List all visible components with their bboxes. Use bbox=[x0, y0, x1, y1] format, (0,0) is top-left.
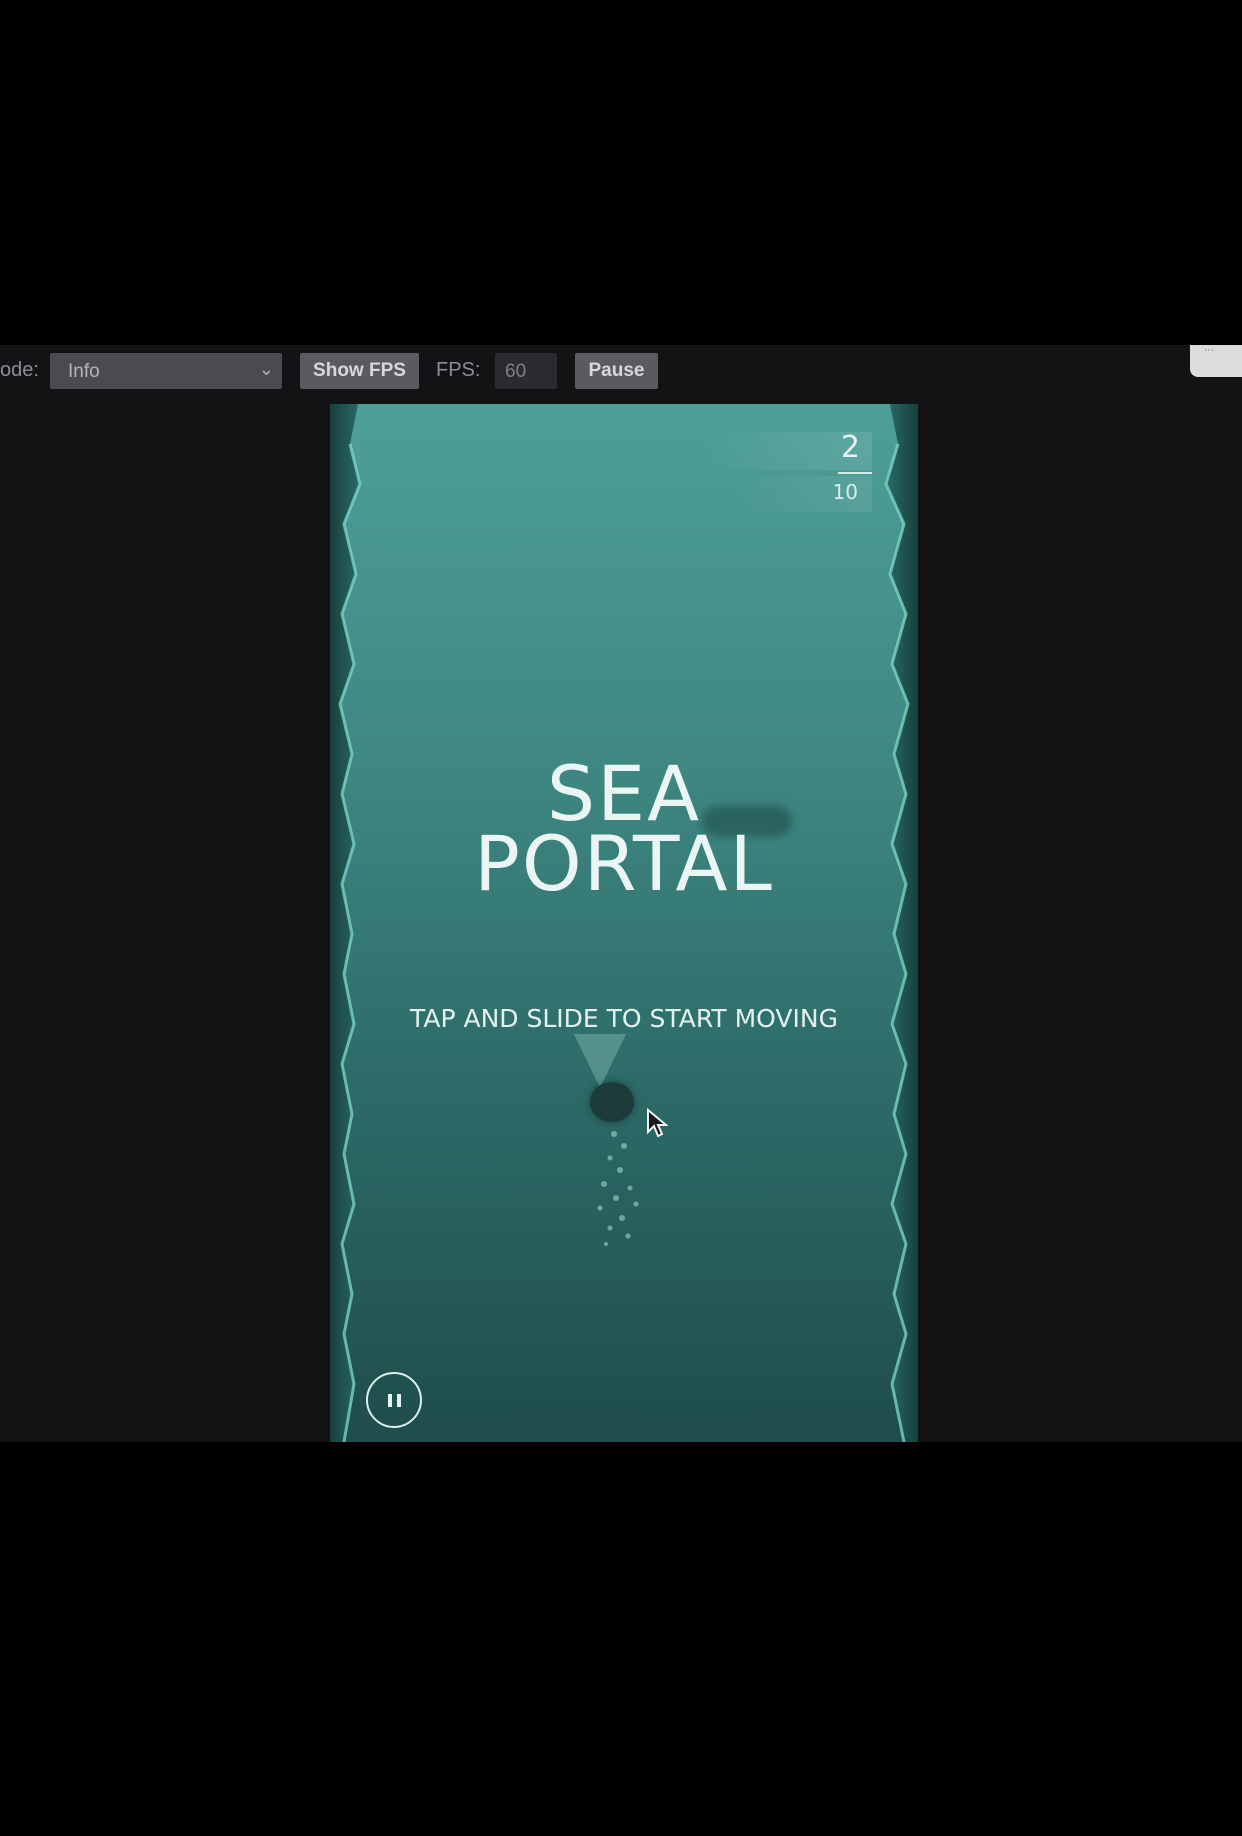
mouse-cursor-icon bbox=[647, 1108, 668, 1138]
mode-label: ode: bbox=[0, 359, 39, 381]
corner-tab[interactable]: ⋯ bbox=[1190, 345, 1242, 377]
show-fps-button[interactable]: Show FPS bbox=[300, 353, 419, 389]
headlight-beam bbox=[574, 1034, 626, 1088]
pause-button[interactable]: Pause bbox=[575, 353, 658, 389]
cave-walls bbox=[330, 404, 918, 1442]
score-divider bbox=[838, 472, 872, 474]
fps-label: FPS: bbox=[436, 359, 481, 381]
game-title-line2: PORTAL bbox=[474, 819, 774, 908]
game-viewport[interactable]: 2 10 SEA PORTAL TAP AND SLIDE TO START M… bbox=[330, 404, 918, 1442]
submarine-icon[interactable] bbox=[590, 1082, 634, 1122]
mode-value: Info bbox=[68, 361, 100, 382]
bubble-trail bbox=[597, 1131, 639, 1246]
chevron-down-icon: ⌄ bbox=[258, 359, 274, 379]
best-score: 10 bbox=[832, 480, 858, 504]
current-score: 2 bbox=[840, 430, 860, 465]
pause-icon[interactable] bbox=[366, 1372, 422, 1428]
mode-dropdown[interactable]: Info ⌄ bbox=[50, 353, 282, 389]
start-hint: TAP AND SLIDE TO START MOVING bbox=[410, 1004, 838, 1033]
editor-toolbar: ode: Info ⌄ Show FPS FPS: 60 Pause bbox=[0, 345, 1242, 397]
fps-input[interactable]: 60 bbox=[495, 353, 557, 389]
